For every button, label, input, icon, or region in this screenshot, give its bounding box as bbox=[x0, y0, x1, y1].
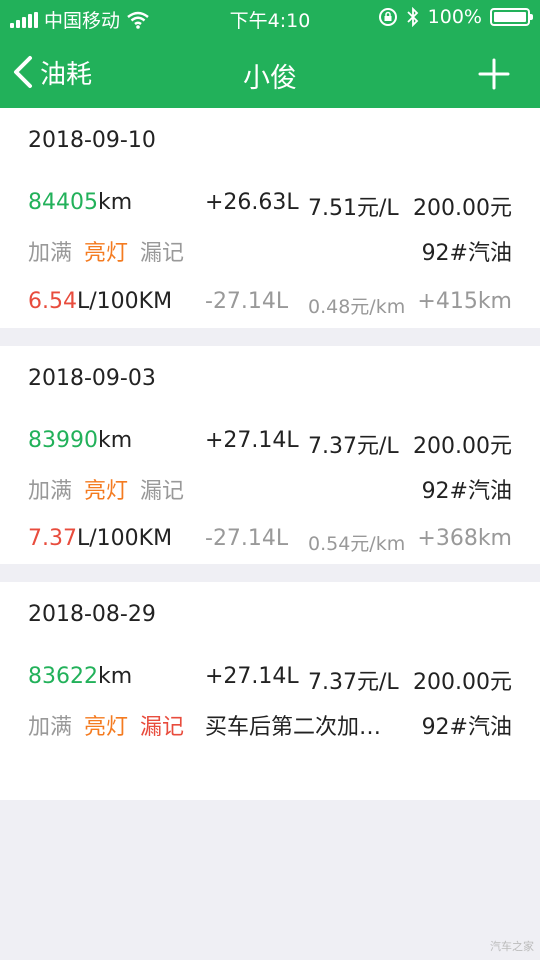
battery-icon bbox=[490, 8, 533, 26]
unit-price: 7.37元/L bbox=[308, 670, 399, 695]
tag-missed: 漏记 bbox=[140, 241, 185, 266]
fuel-amount: +27.14L bbox=[205, 664, 299, 689]
tag-full: 加满 bbox=[28, 479, 73, 504]
odometer-unit: km bbox=[98, 428, 133, 453]
tag-missed: 漏记 bbox=[140, 479, 185, 504]
tag-light: 亮灯 bbox=[84, 241, 129, 266]
consumption-value: 6.54 bbox=[28, 289, 77, 314]
odometer-unit: km bbox=[98, 664, 133, 689]
consumption-unit: L/100KM bbox=[76, 289, 173, 314]
consumption-unit: L/100KM bbox=[76, 526, 173, 551]
record-card[interactable]: 2018-09-03 83990km +27.14L 7.37元/L 200.0… bbox=[0, 346, 540, 564]
odometer-value: 83622 bbox=[28, 664, 98, 689]
unit-price: 7.51元/L bbox=[308, 196, 399, 221]
unit-price: 7.37元/L bbox=[308, 434, 399, 459]
fuel-diff: -27.14L bbox=[205, 289, 289, 314]
record-date: 2018-09-10 bbox=[28, 128, 156, 153]
rotation-lock-icon bbox=[378, 8, 397, 26]
status-right: 100% bbox=[378, 6, 533, 28]
total-cost: 200.00元 bbox=[413, 434, 512, 459]
fuel-grade: 92#汽油 bbox=[421, 241, 512, 266]
tag-full: 加满 bbox=[28, 715, 73, 740]
add-icon[interactable] bbox=[474, 54, 514, 94]
divider bbox=[0, 328, 540, 346]
fuel-diff: -27.14L bbox=[205, 526, 289, 551]
top-bar: 中国移动 下午4:10 100% 油耗 小俊 bbox=[0, 0, 540, 108]
distance: +368km bbox=[417, 526, 512, 551]
divider bbox=[0, 564, 540, 582]
total-cost: 200.00元 bbox=[413, 196, 512, 221]
fuel-grade: 92#汽油 bbox=[421, 715, 512, 740]
cost-per-km: 0.54元/km bbox=[308, 533, 406, 555]
watermark: 汽车之家 bbox=[490, 940, 534, 953]
odometer-unit: km bbox=[98, 190, 133, 215]
fuel-grade: 92#汽油 bbox=[421, 479, 512, 504]
tag-light: 亮灯 bbox=[84, 479, 129, 504]
odometer-value: 84405 bbox=[28, 190, 98, 215]
tag-light: 亮灯 bbox=[84, 715, 129, 740]
tag-full: 加满 bbox=[28, 241, 73, 266]
status-bar: 中国移动 下午4:10 100% bbox=[0, 0, 540, 36]
bluetooth-icon bbox=[407, 7, 418, 27]
record-date: 2018-08-29 bbox=[28, 602, 156, 627]
record-date: 2018-09-03 bbox=[28, 366, 156, 391]
fuel-record-list: 2018-09-10 84405km +26.63L 7.51元/L 200.0… bbox=[0, 108, 540, 800]
total-cost: 200.00元 bbox=[413, 670, 512, 695]
consumption-value: 7.37 bbox=[28, 526, 77, 551]
battery-percent: 100% bbox=[427, 6, 482, 28]
tag-missed: 漏记 bbox=[140, 715, 185, 740]
record-note: 买车后第二次加… bbox=[205, 715, 382, 740]
record-card[interactable]: 2018-09-10 84405km +26.63L 7.51元/L 200.0… bbox=[0, 108, 540, 328]
nav-bar: 油耗 小俊 bbox=[0, 40, 540, 104]
record-card[interactable]: 2018-08-29 83622km +27.14L 7.37元/L 200.0… bbox=[0, 582, 540, 800]
odometer-value: 83990 bbox=[28, 428, 98, 453]
page-title: 小俊 bbox=[243, 63, 297, 94]
distance: +415km bbox=[417, 289, 512, 314]
fuel-amount: +26.63L bbox=[205, 190, 299, 215]
cost-per-km: 0.48元/km bbox=[308, 296, 406, 318]
fuel-amount: +27.14L bbox=[205, 428, 299, 453]
